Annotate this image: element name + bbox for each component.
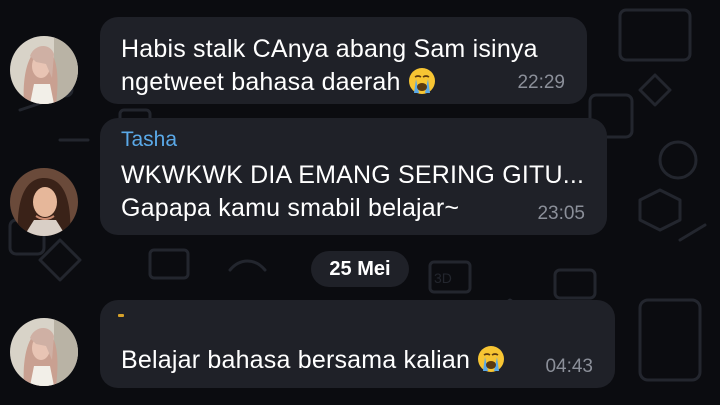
reply-indicator xyxy=(118,314,124,317)
loudly-crying-face-icon xyxy=(408,68,435,94)
message-timestamp: 04:43 xyxy=(545,356,593,377)
message-bubble[interactable]: Belajar bahasa bersama kalian 04:43 xyxy=(100,300,615,388)
message-text: WKWKWK DIA EMANG SERING GITU... Gapapa k… xyxy=(121,161,585,222)
message-text: Habis stalk CAnya abang Sam isinya ngetw… xyxy=(121,35,538,96)
avatar[interactable] xyxy=(10,36,78,104)
message-text: Belajar bahasa bersama kalian xyxy=(121,344,595,377)
avatar[interactable] xyxy=(10,168,78,236)
message-timestamp: 22:29 xyxy=(517,72,565,93)
message-bubble[interactable]: Habis stalk CAnya abang Sam isinya ngetw… xyxy=(100,17,587,104)
message-bubble[interactable]: Tasha WKWKWK DIA EMANG SERING GITU... Ga… xyxy=(100,118,607,235)
loudly-crying-face-icon xyxy=(478,346,505,372)
avatar[interactable] xyxy=(10,318,78,386)
sender-name[interactable]: Tasha xyxy=(121,128,587,152)
svg-text:3D: 3D xyxy=(434,270,452,286)
message-timestamp: 23:05 xyxy=(537,203,585,224)
date-separator: 25 Mei xyxy=(311,251,409,287)
